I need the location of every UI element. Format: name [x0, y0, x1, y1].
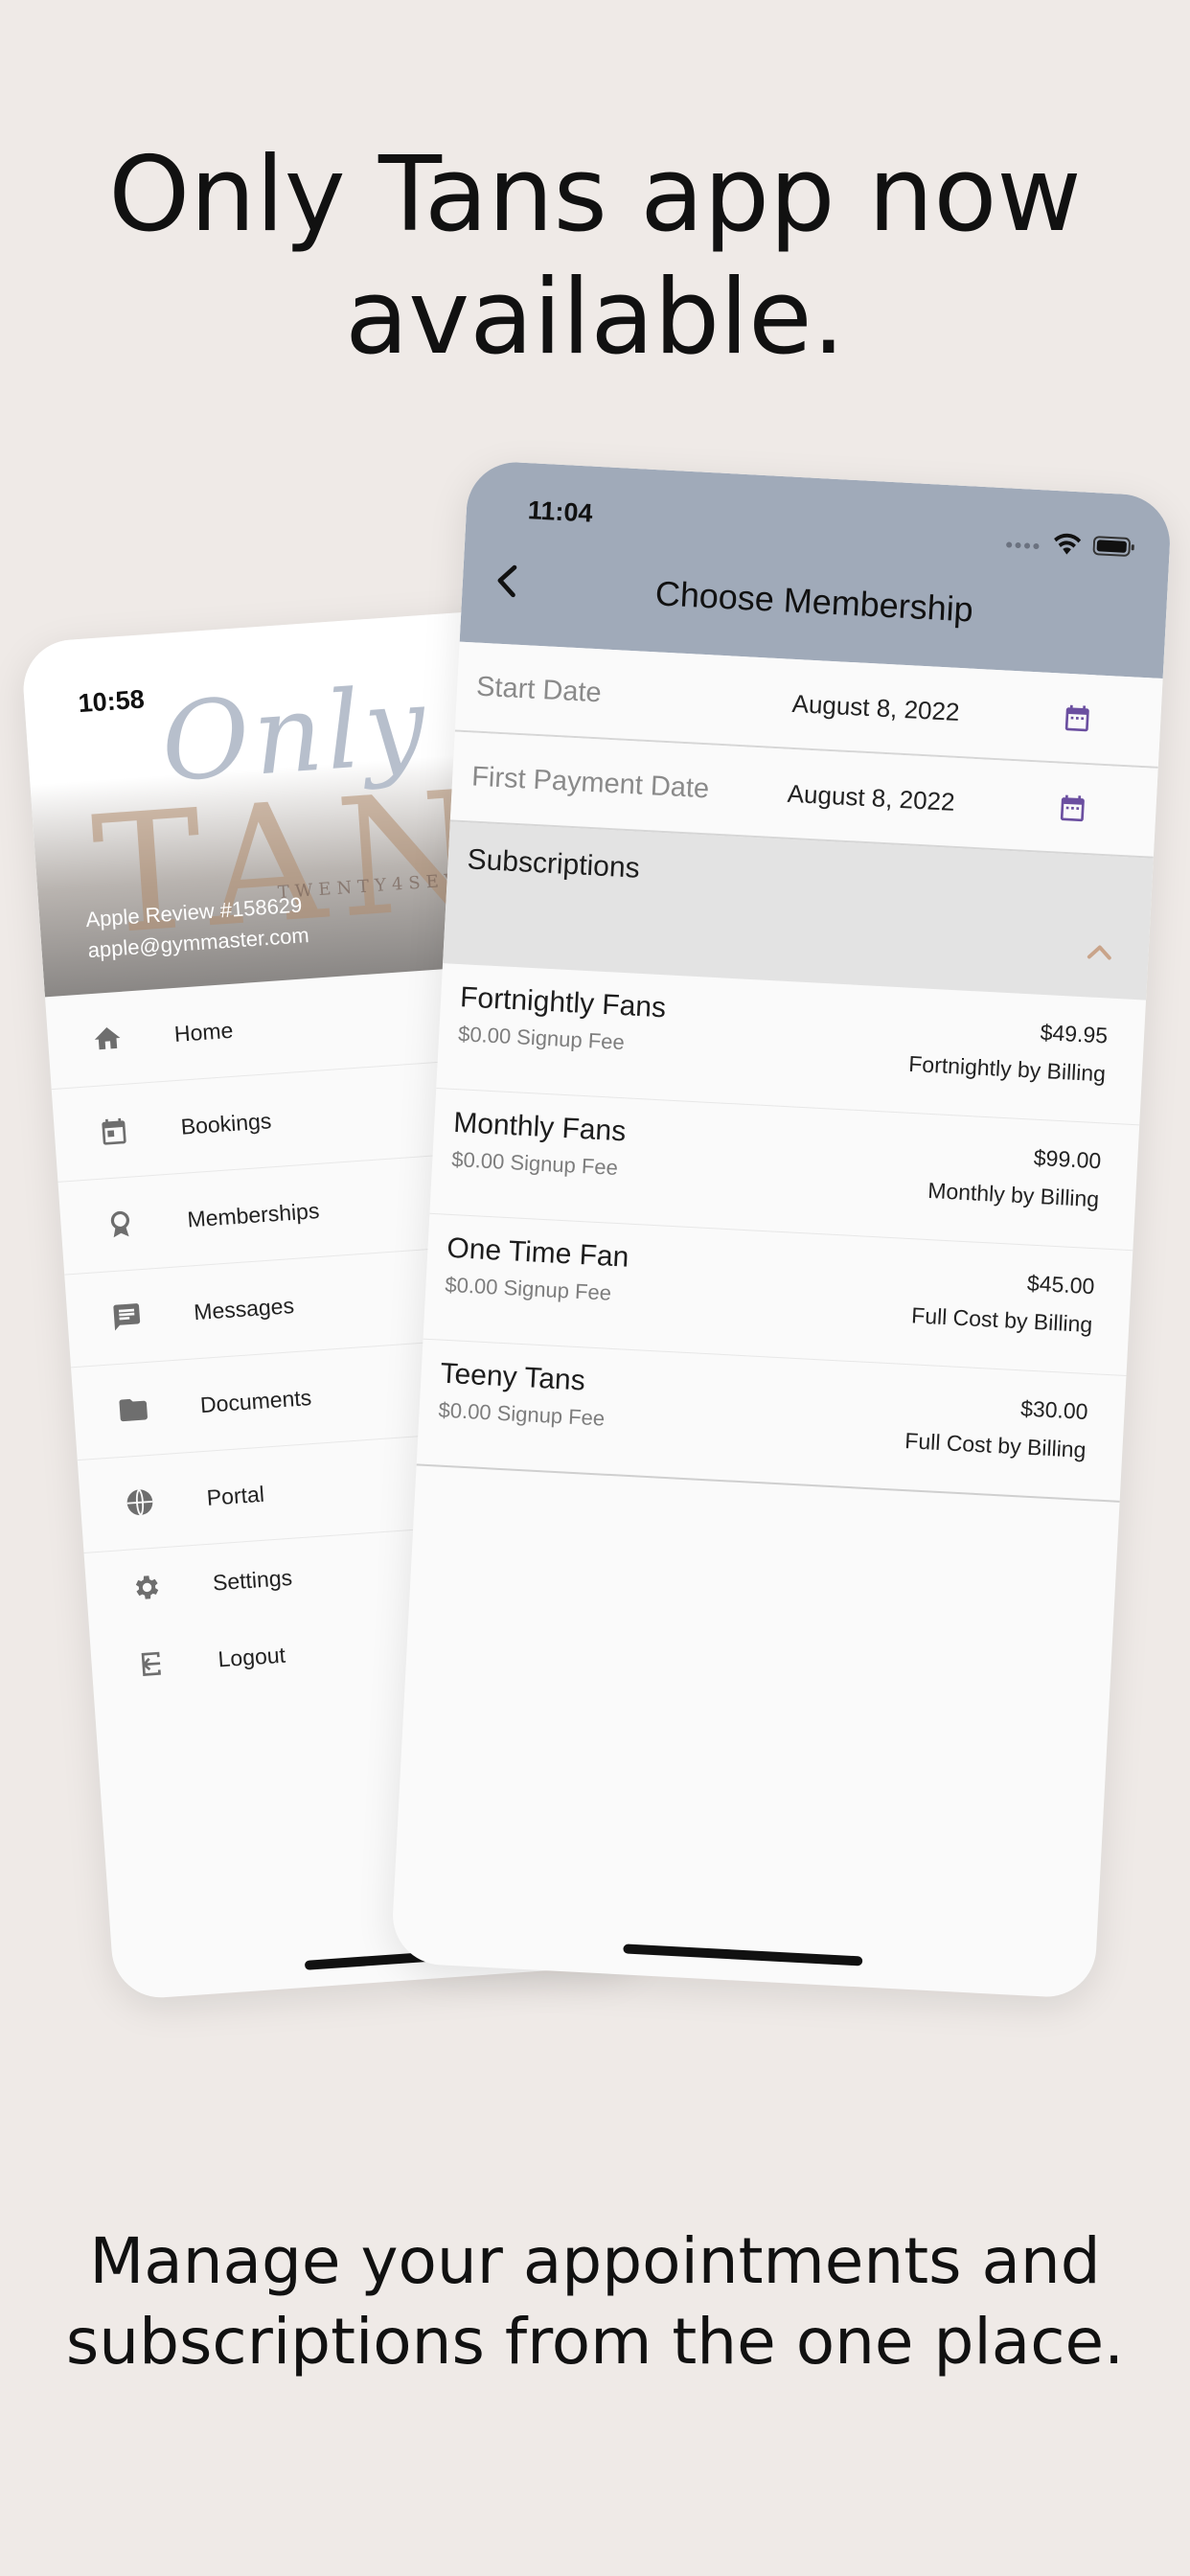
menu-label: Home — [173, 1017, 235, 1046]
home-icon — [87, 1019, 128, 1060]
plan-name: Teeny Tans — [439, 1357, 586, 1397]
plan-name: Monthly Fans — [452, 1106, 628, 1148]
app-bar: 11:04 ●●●● Choose Membership — [459, 459, 1173, 679]
plan-list: Fortnightly Fans $0.00 Signup Fee $49.95… — [416, 963, 1147, 1503]
globe-icon — [120, 1482, 161, 1523]
status-icons: ●●●● — [1004, 530, 1135, 563]
first-payment-date-label: First Payment Date — [470, 760, 710, 804]
home-indicator — [623, 1944, 863, 1966]
plan-signup-fee: $0.00 Signup Fee — [450, 1146, 619, 1180]
first-payment-date-value: August 8, 2022 — [787, 778, 956, 816]
menu-label: Memberships — [186, 1197, 321, 1232]
status-time: 11:04 — [527, 495, 594, 528]
message-icon — [106, 1297, 148, 1338]
menu-label: Bookings — [179, 1107, 273, 1139]
chevron-up-icon[interactable] — [1085, 941, 1114, 962]
plan-billing-cycle: Full Cost by Billing — [910, 1302, 1093, 1338]
plan-billing-cycle: Full Cost by Billing — [904, 1428, 1087, 1462]
plan-price: $30.00 — [1019, 1395, 1089, 1424]
logout-icon — [130, 1644, 172, 1685]
folder-icon — [113, 1390, 154, 1431]
page-title: Choose Membership — [653, 573, 974, 630]
battery-icon — [1092, 535, 1135, 563]
start-date-label: Start Date — [475, 671, 603, 708]
subscriptions-title: Subscriptions — [466, 843, 641, 885]
calendar-icon[interactable] — [1055, 790, 1091, 826]
menu-label: Settings — [212, 1564, 293, 1596]
plan-price: $99.00 — [1033, 1144, 1102, 1174]
plan-signup-fee: $0.00 Signup Fee — [444, 1272, 612, 1305]
plan-billing-cycle: Monthly by Billing — [927, 1177, 1100, 1212]
award-icon — [100, 1204, 141, 1245]
plan-name: Fortnightly Fans — [459, 981, 667, 1024]
menu-label: Messages — [193, 1292, 295, 1324]
menu-label: Logout — [217, 1642, 286, 1671]
plan-price: $45.00 — [1026, 1270, 1096, 1300]
status-time: 10:58 — [77, 684, 146, 719]
calendar-icon — [94, 1111, 135, 1152]
plan-price: $49.95 — [1040, 1019, 1109, 1048]
calendar-icon[interactable] — [1059, 701, 1095, 737]
gear-icon — [126, 1567, 167, 1608]
menu-label: Portal — [205, 1481, 265, 1510]
membership-phone: 11:04 ●●●● Choose Membership Start Date … — [390, 459, 1173, 2000]
plan-name: One Time Fan — [446, 1231, 630, 1274]
signal-icon: ●●●● — [1004, 535, 1042, 553]
menu-label: Documents — [199, 1384, 312, 1417]
plan-signup-fee: $0.00 Signup Fee — [438, 1397, 606, 1431]
wifi-icon — [1052, 533, 1082, 561]
plan-billing-cycle: Fortnightly by Billing — [907, 1050, 1107, 1087]
promo-tagline: Manage your appointments and subscriptio… — [65, 2224, 1125, 2379]
plan-signup-fee: $0.00 Signup Fee — [457, 1022, 626, 1055]
promo-headline: Only Tans app now available. — [108, 135, 1082, 378]
start-date-value: August 8, 2022 — [790, 688, 961, 726]
